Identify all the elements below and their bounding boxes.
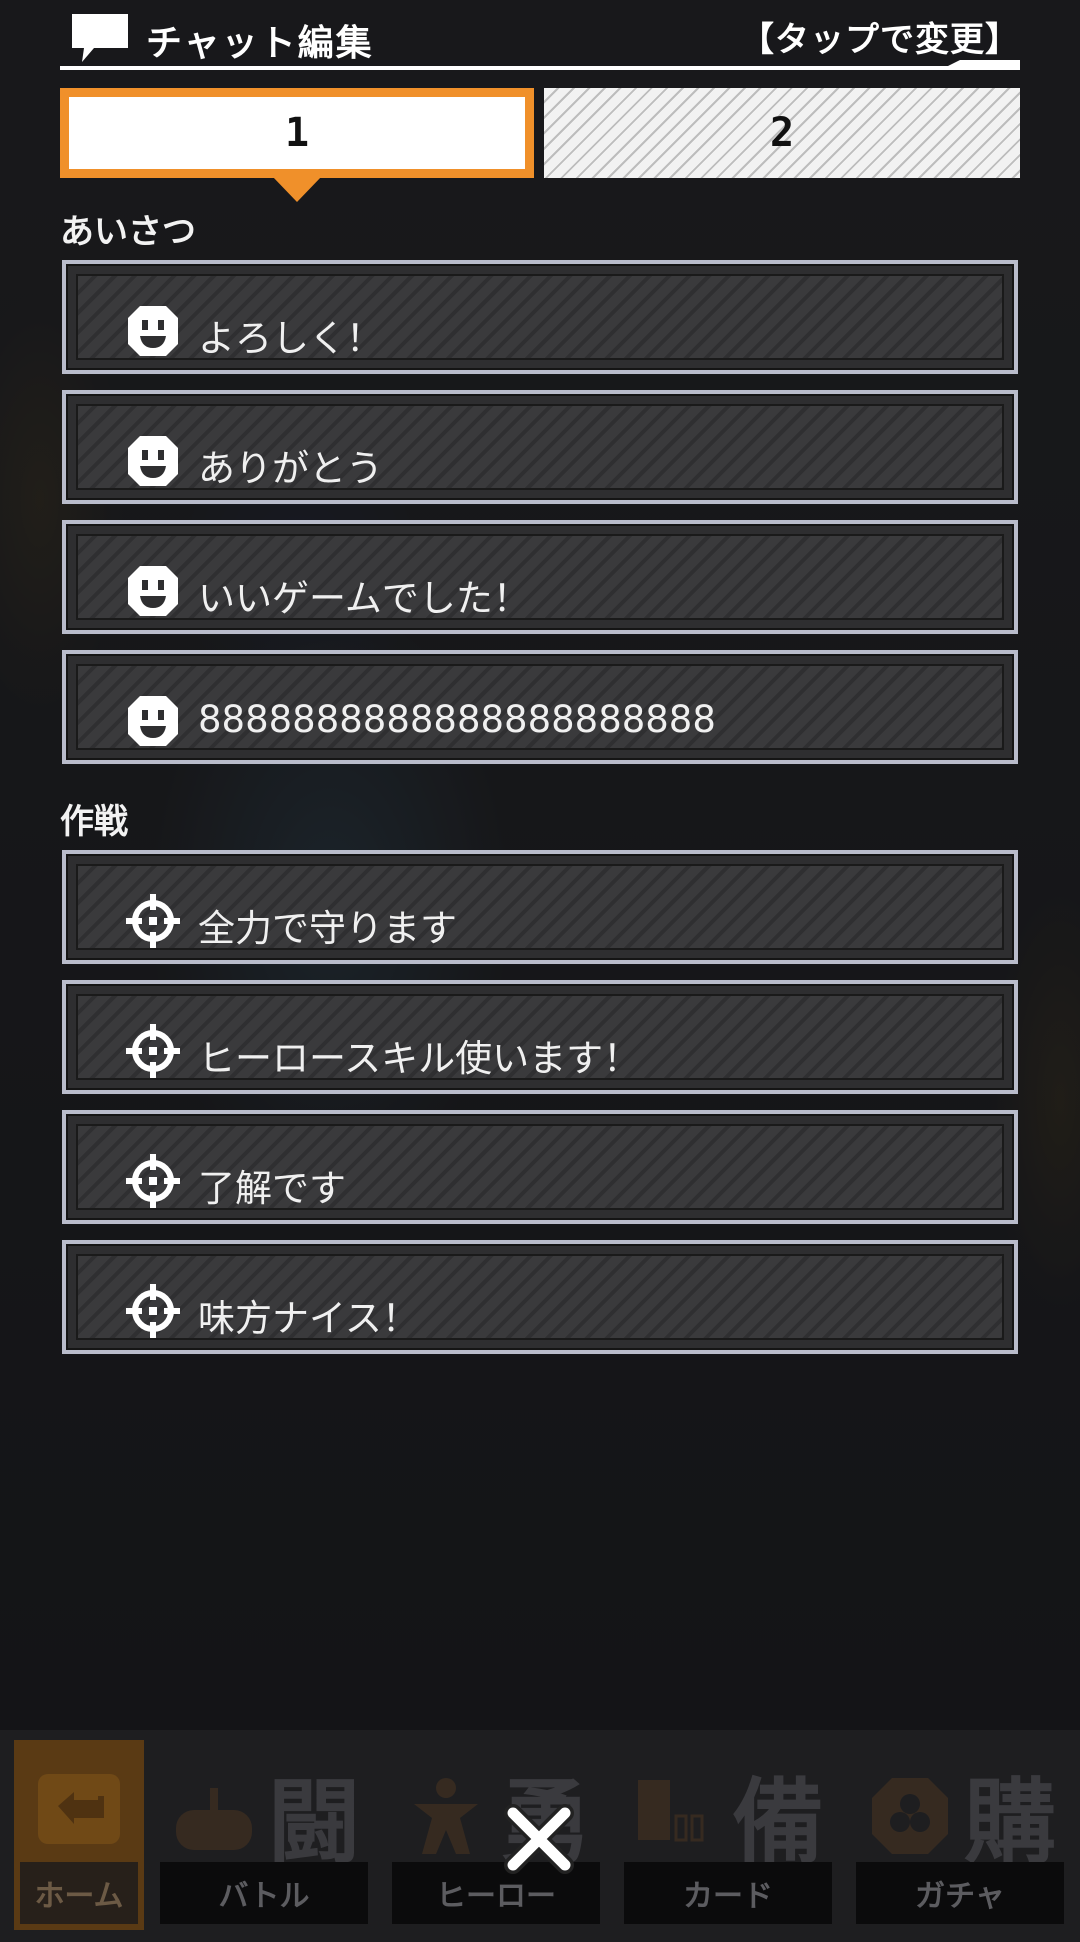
crosshair-icon <box>126 894 180 948</box>
chat-item-label: ヒーロースキル使います！ <box>198 1037 641 1080</box>
nav-item-home: ホーム <box>14 1740 144 1930</box>
card-icon <box>638 1780 704 1842</box>
chat-item-background: ヒーロースキル使います！ <box>76 994 1004 1080</box>
tab-1[interactable]: 1 <box>60 88 534 178</box>
chat-item[interactable]: ヒーロースキル使います！ <box>62 980 1018 1094</box>
chat-item-background: よろしく！ <box>76 274 1004 360</box>
chat-item-label: いいゲームでした！ <box>198 577 530 620</box>
chat-item-label: 8888888888888888888888 <box>198 698 716 741</box>
chat-item[interactable]: 全力で守ります <box>62 850 1018 964</box>
tap-to-change-button[interactable]: 【タップで変更】 <box>740 12 1020 61</box>
nav-item-battle: 闘 バトル <box>152 1740 376 1930</box>
nav-label-home: ホーム <box>20 1862 138 1924</box>
chat-item[interactable]: いいゲームでした！ <box>62 520 1018 634</box>
chat-item-background: 味方ナイス！ <box>76 1254 1004 1340</box>
close-icon <box>504 1804 574 1874</box>
chat-item[interactable]: 味方ナイス！ <box>62 1240 1018 1354</box>
section-label-greetings: あいさつ <box>60 212 196 252</box>
crosshair-icon <box>126 1284 180 1338</box>
chat-item-label: 了解です <box>198 1167 346 1210</box>
smiley-face-icon <box>128 436 178 486</box>
crosshair-icon <box>126 1154 180 1208</box>
gamepad-icon <box>176 1788 252 1850</box>
chat-item[interactable]: 了解です <box>62 1110 1018 1224</box>
hero-icon <box>414 1778 478 1854</box>
chat-item-label: 全力で守ります <box>198 907 457 950</box>
close-button[interactable] <box>500 1800 578 1878</box>
tab-2[interactable]: 2 <box>544 88 1020 178</box>
crosshair-icon <box>126 1024 180 1078</box>
chat-item-label: 味方ナイス！ <box>198 1297 419 1340</box>
chat-item-background: 了解です <box>76 1124 1004 1210</box>
chat-item-background: 全力で守ります <box>76 864 1004 950</box>
chat-edit-header: チャット編集 【タップで変更】 <box>60 8 1020 70</box>
chat-item-label: ありがとう <box>198 447 383 490</box>
smiley-face-icon <box>128 696 178 746</box>
speech-bubble-icon <box>72 14 128 62</box>
nav-label-gacha: ガチャ <box>856 1862 1064 1924</box>
return-arrow-icon <box>38 1774 120 1844</box>
nav-label-battle: バトル <box>160 1862 368 1924</box>
page-title: チャット編集 <box>146 23 374 64</box>
chat-item-label: よろしく！ <box>198 317 383 360</box>
header-underline-notch <box>940 60 1020 70</box>
section-label-tactics: 作戦 <box>60 802 128 842</box>
chat-item-background: 8888888888888888888888 <box>76 664 1004 750</box>
chat-item-background: ありがとう <box>76 404 1004 490</box>
nav-label-card: カード <box>624 1862 832 1924</box>
chat-item[interactable]: ありがとう <box>62 390 1018 504</box>
chat-item-background: いいゲームでした！ <box>76 534 1004 620</box>
nav-item-gacha: 購 ガチャ <box>848 1740 1072 1930</box>
smiley-face-icon <box>128 566 178 616</box>
chat-item[interactable]: よろしく！ <box>62 260 1018 374</box>
gacha-icon <box>872 1778 948 1854</box>
chat-item[interactable]: 8888888888888888888888 <box>62 650 1018 764</box>
smiley-face-icon <box>128 306 178 356</box>
nav-item-card: 備 カード <box>616 1740 840 1930</box>
